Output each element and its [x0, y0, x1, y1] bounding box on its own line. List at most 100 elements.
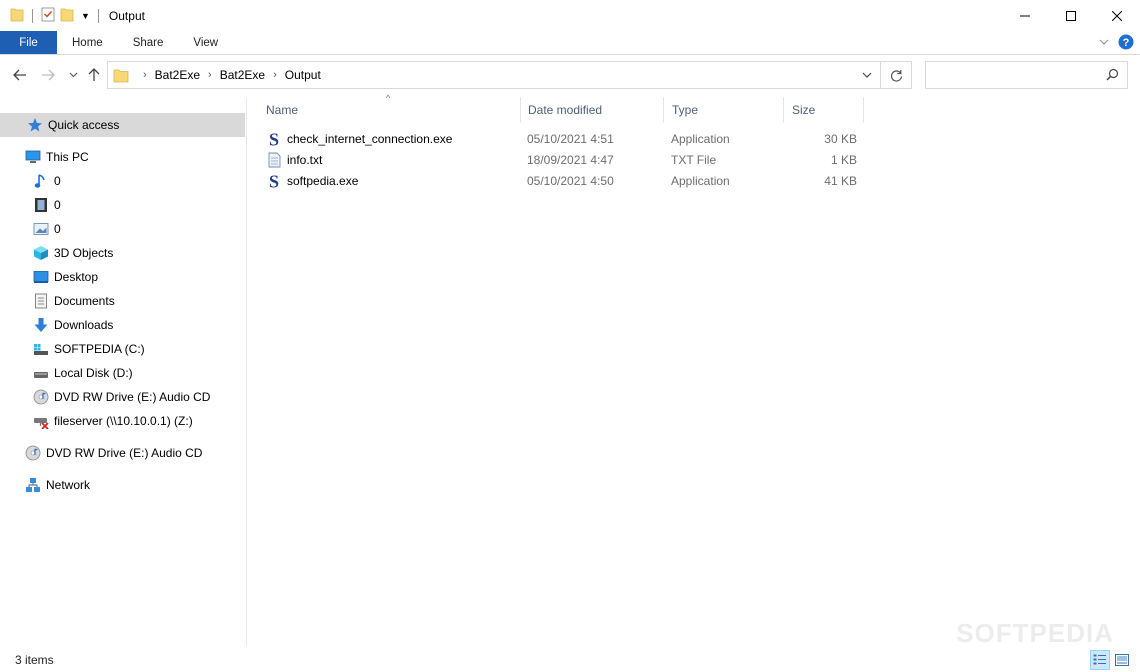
- nav-label: Network: [46, 478, 91, 492]
- nav-documents[interactable]: Documents: [0, 289, 245, 313]
- nav-label: DVD RW Drive (E:) Audio CD: [54, 390, 211, 404]
- column-header-date[interactable]: Date modified: [520, 97, 664, 123]
- nav-dvd-drive-root[interactable]: DVD RW Drive (E:) Audio CD: [0, 441, 245, 465]
- large-icons-view-button[interactable]: [1112, 650, 1132, 670]
- breadcrumb-item[interactable]: Bat2Exe: [220, 68, 265, 82]
- file-type: Application: [671, 131, 730, 146]
- file-type: Application: [671, 173, 730, 188]
- drive-icon: [33, 365, 49, 381]
- breadcrumb-separator-icon[interactable]: ›: [208, 69, 212, 81]
- nav-3d-objects[interactable]: 3D Objects: [0, 241, 245, 265]
- picture-icon: [33, 221, 49, 237]
- details-view-button[interactable]: [1090, 650, 1110, 670]
- file-date: 18/09/2021 4:47: [527, 152, 614, 167]
- title-bar: ▼ Output: [0, 0, 1140, 31]
- table-row[interactable]: info.txt 18/09/2021 4:47 TXT File 1 KB: [258, 149, 864, 170]
- nav-label: Desktop: [54, 270, 99, 284]
- customize-toolbar-dropdown-icon[interactable]: ▼: [81, 11, 90, 21]
- music-icon: [33, 173, 49, 189]
- tab-share[interactable]: Share: [118, 31, 179, 54]
- nav-downloads[interactable]: Downloads: [0, 313, 245, 337]
- file-date: 05/10/2021 4:51: [527, 131, 614, 146]
- address-bar[interactable]: › Bat2Exe › Bat2Exe › Output: [107, 61, 881, 89]
- column-header-name[interactable]: Name ^: [258, 93, 521, 123]
- refresh-button[interactable]: [881, 61, 912, 89]
- system-drive-icon: [33, 341, 49, 357]
- text-file-icon: [266, 152, 282, 168]
- search-box[interactable]: [925, 61, 1128, 89]
- column-header-size[interactable]: Size: [784, 97, 864, 123]
- star-icon: [27, 117, 43, 133]
- tab-home[interactable]: Home: [57, 31, 118, 54]
- nav-label: DVD RW Drive (E:) Audio CD: [46, 446, 203, 460]
- nav-network-drive-z[interactable]: fileserver (\\10.10.0.1) (Z:): [0, 409, 245, 433]
- item-count: 3 items: [15, 653, 54, 667]
- nav-label: 0: [54, 174, 61, 188]
- minimize-button[interactable]: [1002, 0, 1048, 31]
- nav-label: Quick access: [48, 118, 120, 132]
- status-bar: 3 items: [0, 648, 1140, 672]
- file-name-cell: S check_internet_connection.exe: [266, 128, 452, 149]
- close-button[interactable]: [1094, 0, 1140, 31]
- column-label: Date modified: [528, 103, 603, 117]
- nav-network[interactable]: Network: [0, 473, 245, 497]
- breadcrumb-separator-icon[interactable]: ›: [273, 69, 277, 81]
- network-drive-disconnected-icon: [33, 413, 49, 429]
- quick-access-toolbar: ▼: [0, 6, 103, 25]
- file-name: softpedia.exe: [287, 173, 359, 188]
- nav-label: 0: [54, 198, 61, 212]
- table-row[interactable]: S check_internet_connection.exe 05/10/20…: [258, 128, 864, 149]
- nav-this-pc[interactable]: This PC: [0, 145, 245, 169]
- nav-pictures[interactable]: 0: [0, 217, 245, 241]
- nav-label: This PC: [46, 150, 89, 164]
- breadcrumb-item[interactable]: Bat2Exe: [155, 68, 200, 82]
- recent-locations-button[interactable]: [64, 66, 82, 84]
- svg-text:S: S: [269, 173, 279, 189]
- folder-icon: [113, 68, 129, 83]
- nav-music[interactable]: 0: [0, 169, 245, 193]
- nav-dvd-drive[interactable]: DVD RW Drive (E:) Audio CD: [0, 385, 245, 409]
- nav-label: 3D Objects: [54, 246, 114, 260]
- file-list: Name ^ Date modified Type Size S check_i…: [258, 93, 1138, 647]
- breadcrumb-separator-icon[interactable]: ›: [143, 69, 147, 81]
- nav-videos[interactable]: 0: [0, 193, 245, 217]
- up-button[interactable]: [85, 66, 103, 84]
- navigation-pane: Quick access This PC 0 0 0 3D Objects De…: [0, 98, 247, 646]
- search-icon[interactable]: [1106, 68, 1119, 84]
- back-button[interactable]: [11, 66, 29, 84]
- file-size: 1 KB: [830, 152, 857, 167]
- file-size: 41 KB: [824, 173, 857, 188]
- nav-drive-c[interactable]: SOFTPEDIA (C:): [0, 337, 245, 361]
- cd-icon: [33, 389, 49, 405]
- forward-button[interactable]: [39, 66, 57, 84]
- ribbon-right-controls: ?: [1098, 34, 1134, 53]
- nav-label: 0: [54, 222, 61, 236]
- nav-drive-d[interactable]: Local Disk (D:): [0, 361, 245, 385]
- svg-text:?: ?: [1123, 37, 1130, 49]
- softpedia-app-icon: S: [266, 173, 282, 189]
- nav-label: SOFTPEDIA (C:): [54, 342, 145, 356]
- nav-desktop[interactable]: Desktop: [0, 265, 245, 289]
- help-icon[interactable]: ?: [1118, 34, 1134, 53]
- address-dropdown-button[interactable]: [854, 62, 880, 88]
- nav-quick-access[interactable]: Quick access: [0, 113, 245, 137]
- column-header-type[interactable]: Type: [664, 97, 784, 123]
- breadcrumb-item[interactable]: Output: [285, 68, 321, 82]
- file-name: check_internet_connection.exe: [287, 131, 453, 146]
- table-row[interactable]: S softpedia.exe 05/10/2021 4:50 Applicat…: [258, 170, 864, 191]
- ribbon-tabs: File Home Share View ?: [0, 31, 1140, 55]
- desktop-icon: [33, 269, 49, 285]
- tab-file[interactable]: File: [0, 31, 57, 54]
- new-folder-icon[interactable]: [59, 6, 75, 25]
- download-icon: [33, 317, 49, 333]
- file-name-cell: info.txt: [266, 149, 322, 170]
- expand-ribbon-icon[interactable]: [1098, 36, 1110, 51]
- file-date: 05/10/2021 4:50: [527, 173, 614, 188]
- folder-icon: [10, 6, 24, 25]
- watermark: SOFTPEDIA: [956, 618, 1114, 648]
- tab-view[interactable]: View: [178, 31, 233, 54]
- nav-label: Local Disk (D:): [54, 366, 133, 380]
- properties-icon[interactable]: [41, 6, 55, 25]
- search-input[interactable]: [926, 62, 1096, 88]
- maximize-button[interactable]: [1048, 0, 1094, 31]
